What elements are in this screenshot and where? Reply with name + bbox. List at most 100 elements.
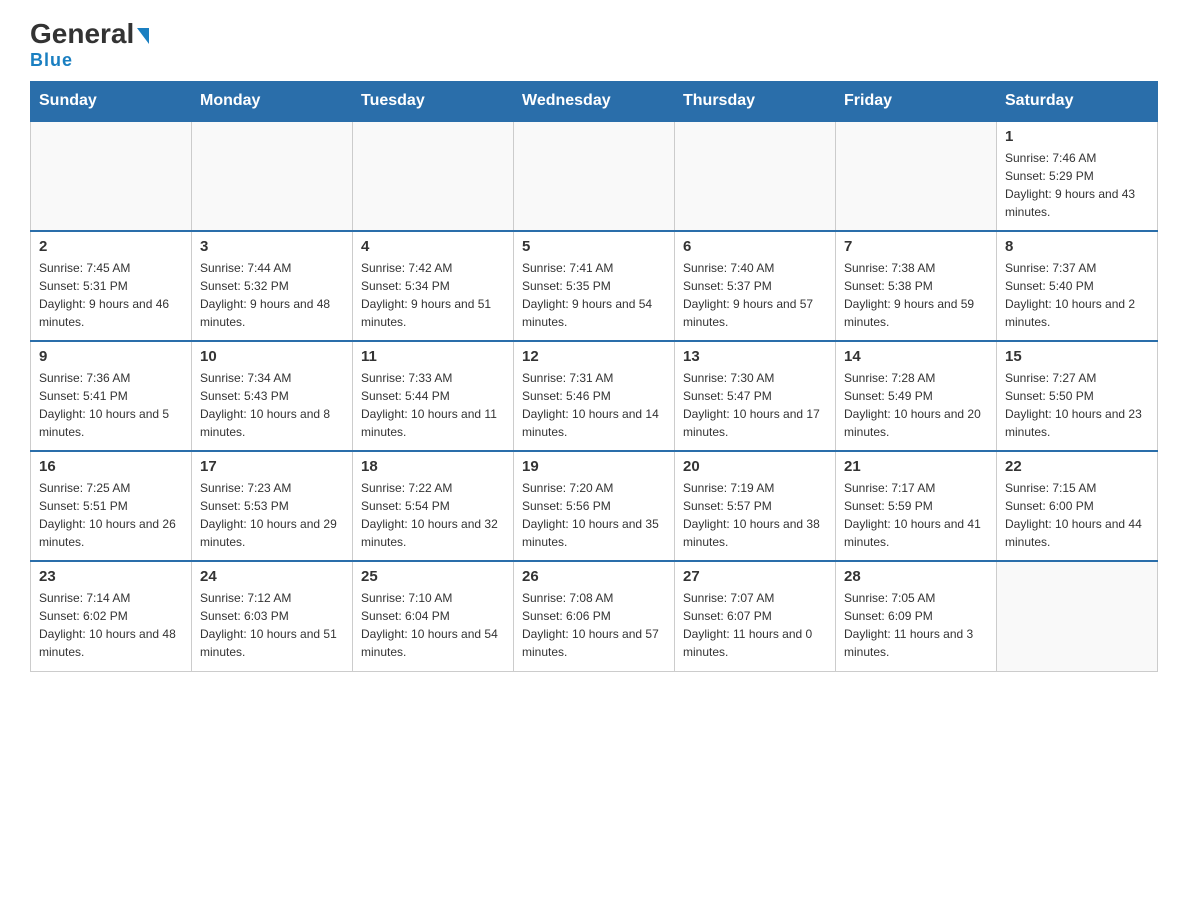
day-info: Sunrise: 7:15 AM Sunset: 6:00 PM Dayligh… — [1005, 479, 1149, 551]
column-header-saturday: Saturday — [997, 82, 1158, 122]
calendar-cell: 21 Sunrise: 7:17 AM Sunset: 5:59 PM Dayli… — [836, 451, 997, 561]
calendar-cell: 1Sunrise: 7:46 AM Sunset: 5:29 PM Daylig… — [997, 121, 1158, 231]
calendar-cell: 3 Sunrise: 7:44 AM Sunset: 5:32 PM Daylig… — [192, 231, 353, 341]
calendar-cell: 27 Sunrise: 7:07 AM Sunset: 6:07 PM Dayli… — [675, 561, 836, 671]
column-header-monday: Monday — [192, 82, 353, 122]
column-header-sunday: Sunday — [31, 82, 192, 122]
calendar-cell: 23 Sunrise: 7:14 AM Sunset: 6:02 PM Dayli… — [31, 561, 192, 671]
column-header-wednesday: Wednesday — [514, 82, 675, 122]
day-number: 1 — [1005, 128, 1149, 145]
calendar-cell: 13 Sunrise: 7:30 AM Sunset: 5:47 PM Dayli… — [675, 341, 836, 451]
day-info: Sunrise: 7:42 AM Sunset: 5:34 PM Dayligh… — [361, 259, 505, 331]
calendar-cell — [997, 561, 1158, 671]
calendar-cell — [31, 121, 192, 231]
calendar-cell: 4 Sunrise: 7:42 AM Sunset: 5:34 PM Daylig… — [353, 231, 514, 341]
day-number: 10 — [200, 348, 344, 365]
day-info: Sunrise: 7:44 AM Sunset: 5:32 PM Dayligh… — [200, 259, 344, 331]
calendar-cell: 7 Sunrise: 7:38 AM Sunset: 5:38 PM Daylig… — [836, 231, 997, 341]
week-row-4: 16Sunrise: 7:25 AM Sunset: 5:51 PM Dayli… — [31, 451, 1158, 561]
day-info: Sunrise: 7:37 AM Sunset: 5:40 PM Dayligh… — [1005, 259, 1149, 331]
day-number: 26 — [522, 568, 666, 585]
calendar-cell: 5 Sunrise: 7:41 AM Sunset: 5:35 PM Daylig… — [514, 231, 675, 341]
day-info: Sunrise: 7:10 AM Sunset: 6:04 PM Dayligh… — [361, 589, 505, 661]
calendar-cell: 19 Sunrise: 7:20 AM Sunset: 5:56 PM Dayli… — [514, 451, 675, 561]
day-info: Sunrise: 7:17 AM Sunset: 5:59 PM Dayligh… — [844, 479, 988, 551]
logo-triangle-icon — [137, 28, 149, 44]
calendar-cell: 10 Sunrise: 7:34 AM Sunset: 5:43 PM Dayli… — [192, 341, 353, 451]
day-number: 15 — [1005, 348, 1149, 365]
day-number: 4 — [361, 238, 505, 255]
day-number: 17 — [200, 458, 344, 475]
day-number: 22 — [1005, 458, 1149, 475]
calendar-cell: 26 Sunrise: 7:08 AM Sunset: 6:06 PM Dayli… — [514, 561, 675, 671]
day-number: 12 — [522, 348, 666, 365]
day-number: 7 — [844, 238, 988, 255]
day-number: 13 — [683, 348, 827, 365]
day-info: Sunrise: 7:30 AM Sunset: 5:47 PM Dayligh… — [683, 369, 827, 441]
day-info: Sunrise: 7:05 AM Sunset: 6:09 PM Dayligh… — [844, 589, 988, 661]
calendar-header-row: SundayMondayTuesdayWednesdayThursdayFrid… — [31, 82, 1158, 122]
logo-text: General — [30, 20, 149, 48]
calendar-cell: 20Sunrise: 7:19 AM Sunset: 5:57 PM Dayli… — [675, 451, 836, 561]
day-number: 23 — [39, 568, 183, 585]
day-info: Sunrise: 7:28 AM Sunset: 5:49 PM Dayligh… — [844, 369, 988, 441]
calendar-cell — [353, 121, 514, 231]
day-info: Sunrise: 7:07 AM Sunset: 6:07 PM Dayligh… — [683, 589, 827, 661]
calendar-cell — [836, 121, 997, 231]
day-info: Sunrise: 7:08 AM Sunset: 6:06 PM Dayligh… — [522, 589, 666, 661]
logo-blue-text: Blue — [30, 50, 73, 71]
day-number: 25 — [361, 568, 505, 585]
calendar-table: SundayMondayTuesdayWednesdayThursdayFrid… — [30, 81, 1158, 672]
calendar-cell: 14 Sunrise: 7:28 AM Sunset: 5:49 PM Dayli… — [836, 341, 997, 451]
week-row-2: 2 Sunrise: 7:45 AM Sunset: 5:31 PM Daylig… — [31, 231, 1158, 341]
calendar-cell: 12 Sunrise: 7:31 AM Sunset: 5:46 PM Dayli… — [514, 341, 675, 451]
day-number: 2 — [39, 238, 183, 255]
calendar-cell — [675, 121, 836, 231]
day-number: 28 — [844, 568, 988, 585]
day-number: 19 — [522, 458, 666, 475]
day-info: Sunrise: 7:36 AM Sunset: 5:41 PM Dayligh… — [39, 369, 183, 441]
day-info: Sunrise: 7:34 AM Sunset: 5:43 PM Dayligh… — [200, 369, 344, 441]
day-info: Sunrise: 7:38 AM Sunset: 5:38 PM Dayligh… — [844, 259, 988, 331]
calendar-cell: 17 Sunrise: 7:23 AM Sunset: 5:53 PM Dayli… — [192, 451, 353, 561]
day-info: Sunrise: 7:12 AM Sunset: 6:03 PM Dayligh… — [200, 589, 344, 661]
calendar-cell: 15 Sunrise: 7:27 AM Sunset: 5:50 PM Dayli… — [997, 341, 1158, 451]
calendar-cell: 8 Sunrise: 7:37 AM Sunset: 5:40 PM Daylig… — [997, 231, 1158, 341]
day-info: Sunrise: 7:27 AM Sunset: 5:50 PM Dayligh… — [1005, 369, 1149, 441]
day-number: 21 — [844, 458, 988, 475]
column-header-friday: Friday — [836, 82, 997, 122]
day-number: 18 — [361, 458, 505, 475]
day-number: 9 — [39, 348, 183, 365]
calendar-cell: 18 Sunrise: 7:22 AM Sunset: 5:54 PM Dayli… — [353, 451, 514, 561]
day-number: 14 — [844, 348, 988, 365]
day-number: 27 — [683, 568, 827, 585]
logo: General Blue — [30, 20, 149, 71]
week-row-5: 23 Sunrise: 7:14 AM Sunset: 6:02 PM Dayli… — [31, 561, 1158, 671]
day-number: 3 — [200, 238, 344, 255]
week-row-3: 9 Sunrise: 7:36 AM Sunset: 5:41 PM Daylig… — [31, 341, 1158, 451]
day-info: Sunrise: 7:22 AM Sunset: 5:54 PM Dayligh… — [361, 479, 505, 551]
day-info: Sunrise: 7:20 AM Sunset: 5:56 PM Dayligh… — [522, 479, 666, 551]
calendar-cell — [192, 121, 353, 231]
day-info: Sunrise: 7:19 AM Sunset: 5:57 PM Dayligh… — [683, 479, 827, 551]
calendar-cell — [514, 121, 675, 231]
page-header: General Blue — [30, 20, 1158, 71]
calendar-cell: 6 Sunrise: 7:40 AM Sunset: 5:37 PM Daylig… — [675, 231, 836, 341]
calendar-cell: 25 Sunrise: 7:10 AM Sunset: 6:04 PM Dayli… — [353, 561, 514, 671]
day-info: Sunrise: 7:33 AM Sunset: 5:44 PM Dayligh… — [361, 369, 505, 441]
calendar-cell: 2 Sunrise: 7:45 AM Sunset: 5:31 PM Daylig… — [31, 231, 192, 341]
day-info: Sunrise: 7:14 AM Sunset: 6:02 PM Dayligh… — [39, 589, 183, 661]
day-info: Sunrise: 7:45 AM Sunset: 5:31 PM Dayligh… — [39, 259, 183, 331]
calendar-cell: 28 Sunrise: 7:05 AM Sunset: 6:09 PM Dayli… — [836, 561, 997, 671]
day-info: Sunrise: 7:41 AM Sunset: 5:35 PM Dayligh… — [522, 259, 666, 331]
day-info: Sunrise: 7:31 AM Sunset: 5:46 PM Dayligh… — [522, 369, 666, 441]
day-number: 5 — [522, 238, 666, 255]
calendar-cell: 9 Sunrise: 7:36 AM Sunset: 5:41 PM Daylig… — [31, 341, 192, 451]
column-header-tuesday: Tuesday — [353, 82, 514, 122]
day-number: 8 — [1005, 238, 1149, 255]
day-info: Sunrise: 7:40 AM Sunset: 5:37 PM Dayligh… — [683, 259, 827, 331]
calendar-cell: 22 Sunrise: 7:15 AM Sunset: 6:00 PM Dayli… — [997, 451, 1158, 561]
day-info: Sunrise: 7:23 AM Sunset: 5:53 PM Dayligh… — [200, 479, 344, 551]
day-number: 6 — [683, 238, 827, 255]
calendar-cell: 24Sunrise: 7:12 AM Sunset: 6:03 PM Dayli… — [192, 561, 353, 671]
